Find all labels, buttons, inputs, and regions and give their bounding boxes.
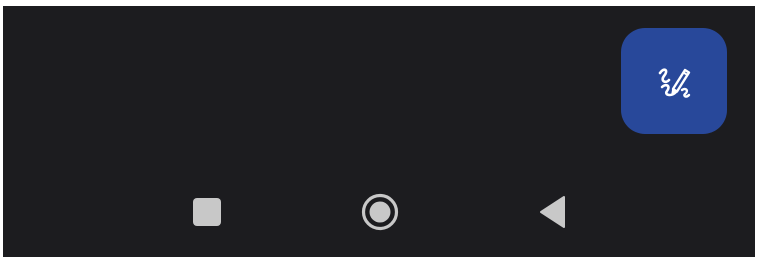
handwriting-fab-button[interactable]	[621, 28, 727, 134]
home-circle-icon	[361, 193, 399, 231]
home-button[interactable]	[352, 184, 408, 240]
recents-button[interactable]	[179, 184, 235, 240]
back-triangle-icon	[540, 196, 565, 228]
app-screen	[3, 6, 755, 257]
handwriting-pen-icon	[658, 68, 691, 98]
recents-square-icon	[193, 198, 221, 226]
system-navigation-bar	[3, 166, 755, 257]
back-button[interactable]	[525, 184, 581, 240]
